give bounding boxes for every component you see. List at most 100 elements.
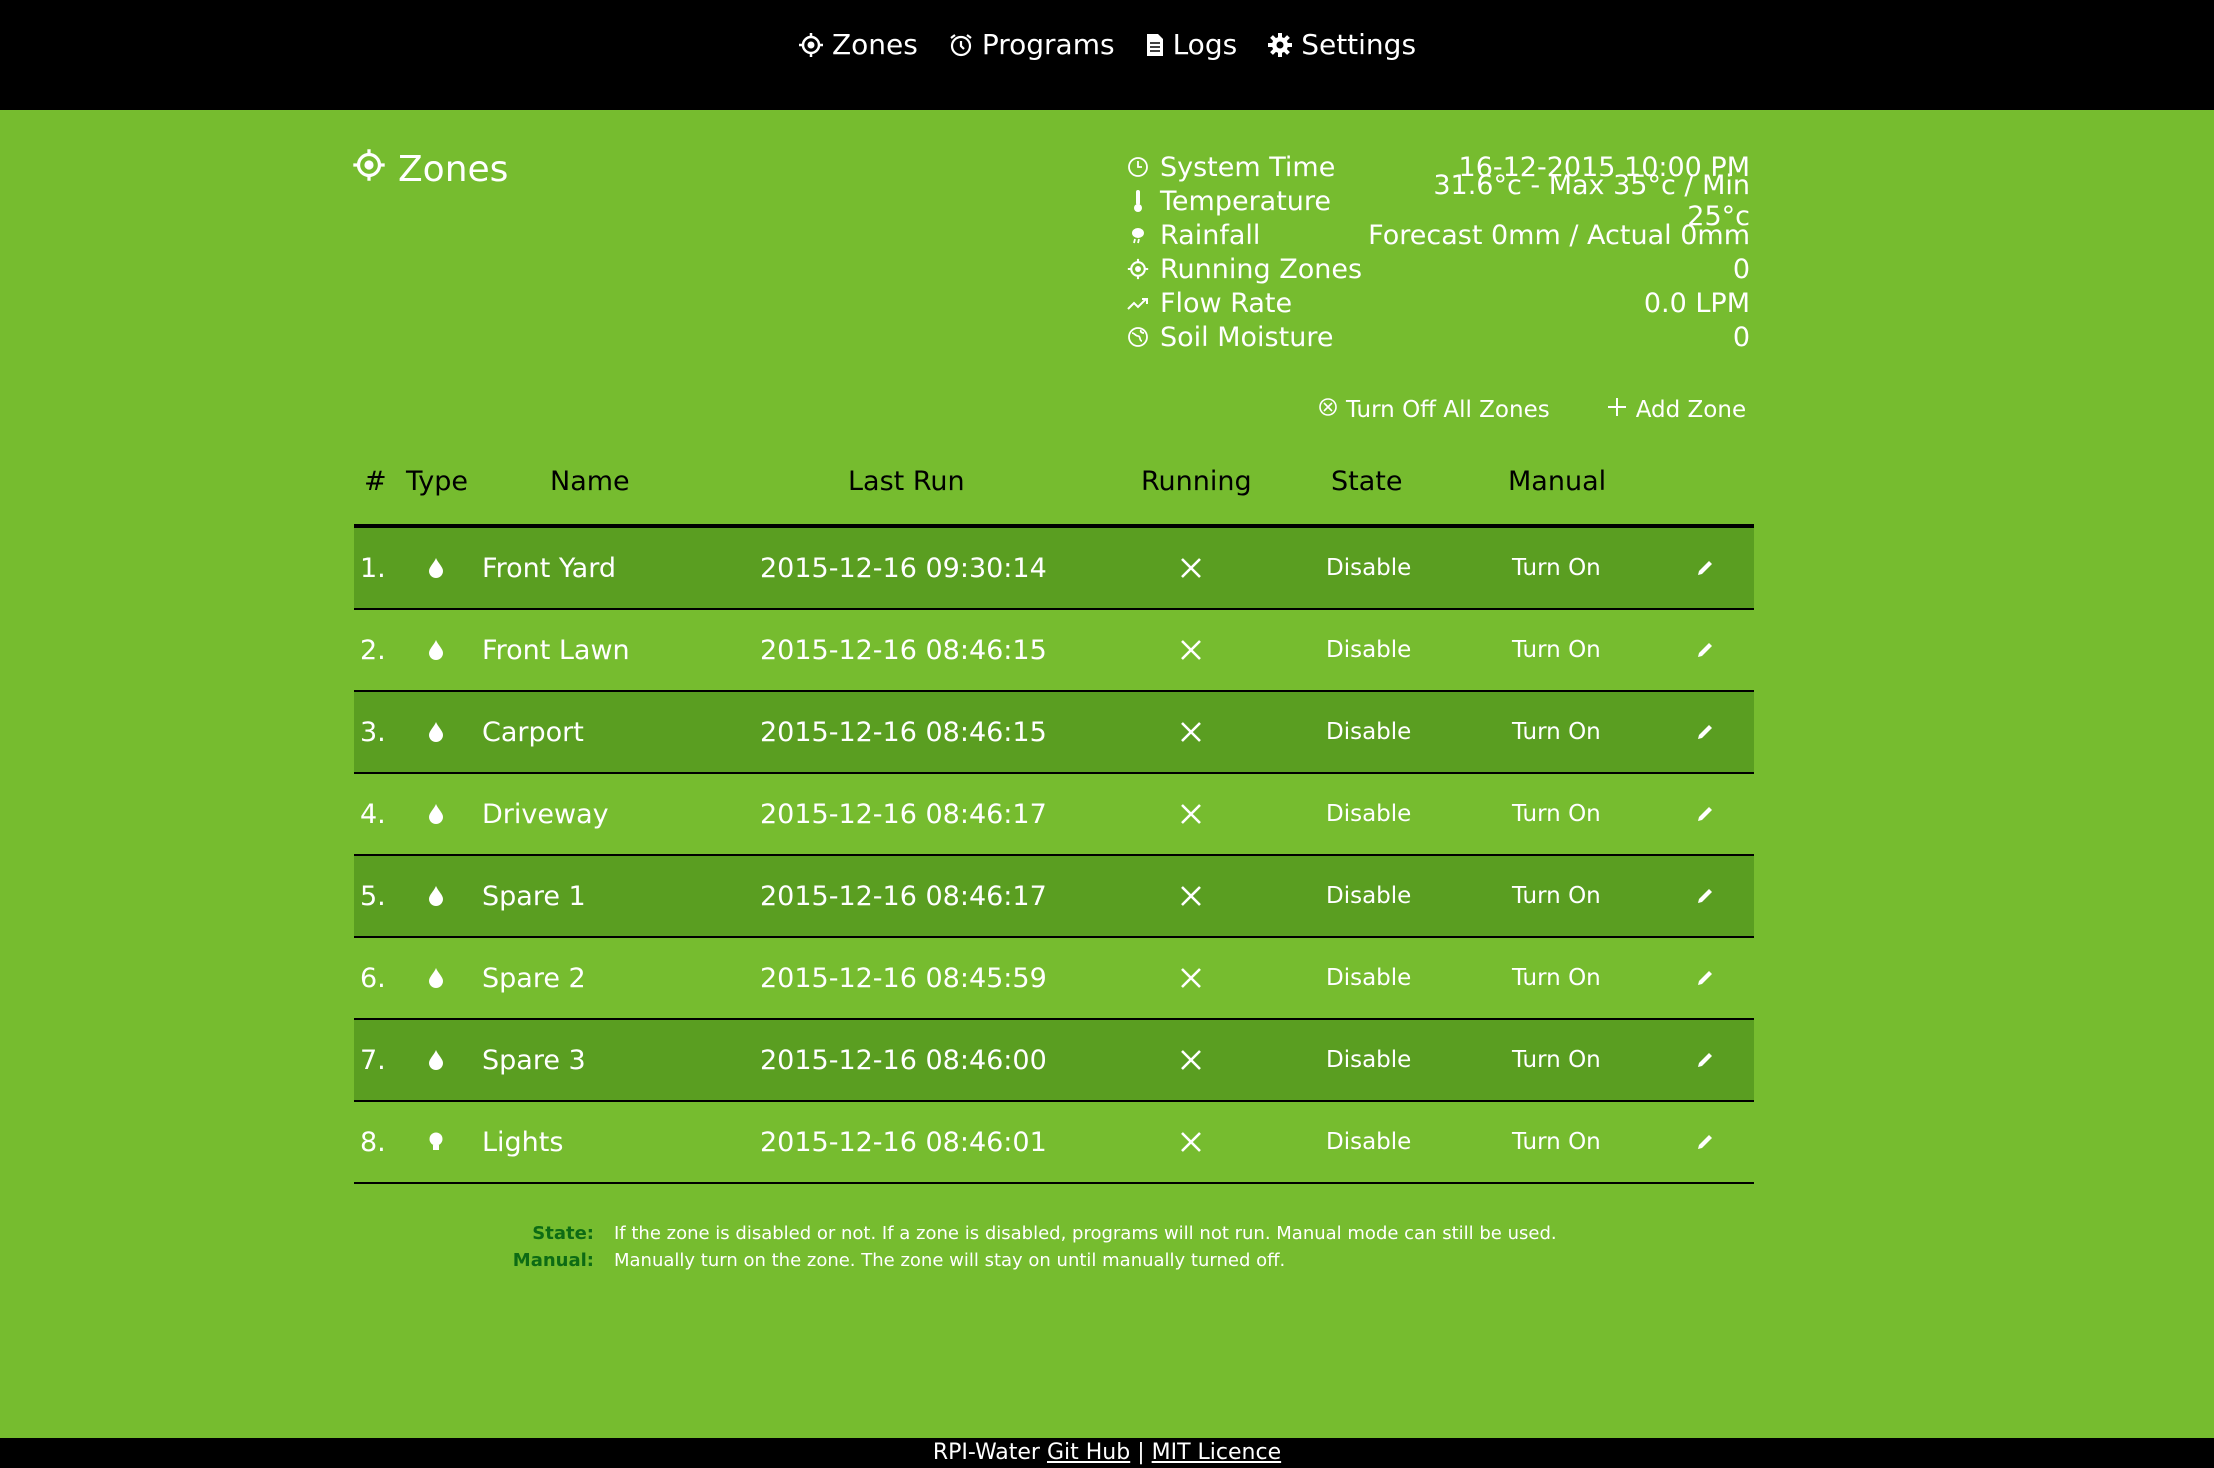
main-nav: Zones Programs Logs Settings xyxy=(0,28,2214,61)
column-header-type: Type xyxy=(406,466,469,497)
zone-last-run: 2015-12-16 08:46:17 xyxy=(760,798,1047,830)
zone-number: 7. xyxy=(360,1044,386,1076)
water-drop-icon xyxy=(426,774,446,854)
not-running-icon xyxy=(1176,610,1206,690)
zone-name: Front Yard xyxy=(482,552,616,584)
table-row: 2. Front Lawn 2015-12-16 08:46:15 Disabl… xyxy=(354,610,1754,692)
zone-number: 3. xyxy=(360,716,386,748)
nav-item-logs[interactable]: Logs xyxy=(1145,28,1238,61)
zone-last-run: 2015-12-16 08:45:59 xyxy=(760,962,1047,994)
column-legend: State: If the zone is disabled or not. I… xyxy=(480,1220,1557,1274)
status-label: Running Zones xyxy=(1160,253,1363,285)
pencil-icon[interactable] xyxy=(1690,774,1720,854)
table-row: 4. Driveway 2015-12-16 08:46:17 Disable … xyxy=(354,774,1754,856)
footer-app-name: RPI-Water xyxy=(932,1440,1040,1465)
disable-zone-button[interactable]: Disable xyxy=(1326,692,1411,772)
turn-on-zone-button[interactable]: Turn On xyxy=(1512,1020,1601,1100)
pencil-icon[interactable] xyxy=(1690,692,1720,772)
turn-off-all-label: Turn Off All Zones xyxy=(1346,397,1550,423)
zone-actions: Turn Off All Zones Add Zone xyxy=(1318,396,1746,424)
zone-last-run: 2015-12-16 08:46:01 xyxy=(760,1126,1047,1158)
disable-zone-button[interactable]: Disable xyxy=(1326,528,1411,608)
nav-item-label: Programs xyxy=(981,28,1115,61)
trend-up-icon xyxy=(1126,295,1150,311)
disable-zone-button[interactable]: Disable xyxy=(1326,774,1411,854)
status-label: Soil Moisture xyxy=(1160,321,1334,353)
nav-item-label: Settings xyxy=(1301,28,1417,61)
not-running-icon xyxy=(1176,938,1206,1018)
nav-item-label: Logs xyxy=(1172,28,1238,61)
status-value: 0 xyxy=(1732,253,1750,285)
turn-on-zone-button[interactable]: Turn On xyxy=(1512,528,1601,608)
turn-on-zone-button[interactable]: Turn On xyxy=(1512,610,1601,690)
turn-on-zone-button[interactable]: Turn On xyxy=(1512,856,1601,936)
status-label: Flow Rate xyxy=(1160,287,1293,319)
plus-icon xyxy=(1606,396,1628,424)
zone-last-run: 2015-12-16 08:46:15 xyxy=(760,634,1047,666)
page-title-text: Zones xyxy=(398,149,509,190)
turn-on-zone-button[interactable]: Turn On xyxy=(1512,1102,1601,1182)
zones-table-header: # Type Name Last Run Running State Manua… xyxy=(354,466,1754,522)
pencil-icon[interactable] xyxy=(1690,610,1720,690)
nav-item-programs[interactable]: Programs xyxy=(948,28,1115,61)
water-drop-icon xyxy=(426,692,446,772)
zone-name: Spare 3 xyxy=(482,1044,586,1076)
footer: RPI-Water Git Hub | MIT Licence xyxy=(0,1438,2214,1468)
column-header-manual: Manual xyxy=(1508,466,1607,497)
licence-link[interactable]: MIT Licence xyxy=(1152,1440,1281,1465)
github-link[interactable]: Git Hub xyxy=(1047,1440,1130,1465)
nav-item-settings[interactable]: Settings xyxy=(1267,28,1416,61)
zone-name: Driveway xyxy=(482,798,609,830)
water-drop-icon xyxy=(426,856,446,936)
status-temperature: Temperature 31.6°c - Max 35°c / Min 25°c xyxy=(1126,170,1750,232)
zone-number: 8. xyxy=(360,1126,386,1158)
column-header-number: # xyxy=(364,466,387,497)
pencil-icon[interactable] xyxy=(1690,938,1720,1018)
disable-zone-button[interactable]: Disable xyxy=(1326,938,1411,1018)
legend-description: If the zone is disabled or not. If a zon… xyxy=(614,1223,1557,1244)
zone-number: 1. xyxy=(360,552,386,584)
pencil-icon[interactable] xyxy=(1690,1020,1720,1100)
turn-on-zone-button[interactable]: Turn On xyxy=(1512,774,1601,854)
zone-name: Spare 1 xyxy=(482,880,586,912)
zone-name: Carport xyxy=(482,716,584,748)
top-nav-bar: Zones Programs Logs Settings xyxy=(0,0,2214,110)
status-flow-rate: Flow Rate 0.0 LPM xyxy=(1126,286,1750,320)
table-row: 5. Spare 1 2015-12-16 08:46:17 Disable T… xyxy=(354,856,1754,938)
add-zone-button[interactable]: Add Zone xyxy=(1606,396,1746,424)
not-running-icon xyxy=(1176,528,1206,608)
target-icon xyxy=(798,32,824,58)
zone-name: Spare 2 xyxy=(482,962,586,994)
page-title: Zones xyxy=(352,148,508,191)
turn-off-all-zones-button[interactable]: Turn Off All Zones xyxy=(1318,396,1550,424)
zones-table: 1. Front Yard 2015-12-16 09:30:14 Disabl… xyxy=(354,524,1754,1184)
zone-number: 2. xyxy=(360,634,386,666)
add-zone-label: Add Zone xyxy=(1635,397,1747,423)
column-header-state: State xyxy=(1331,466,1403,497)
pencil-icon[interactable] xyxy=(1690,528,1720,608)
table-row: 1. Front Yard 2015-12-16 09:30:14 Disabl… xyxy=(354,528,1754,610)
power-off-icon xyxy=(1318,397,1338,423)
turn-on-zone-button[interactable]: Turn On xyxy=(1512,692,1601,772)
zone-name: Lights xyxy=(482,1126,564,1158)
not-running-icon xyxy=(1176,692,1206,772)
status-soil-moisture: Soil Moisture 0 xyxy=(1126,320,1750,354)
zone-last-run: 2015-12-16 08:46:17 xyxy=(760,880,1047,912)
nav-item-zones[interactable]: Zones xyxy=(798,28,918,61)
disable-zone-button[interactable]: Disable xyxy=(1326,610,1411,690)
table-row: 7. Spare 3 2015-12-16 08:46:00 Disable T… xyxy=(354,1020,1754,1102)
pencil-icon[interactable] xyxy=(1690,1102,1720,1182)
table-row: 3. Carport 2015-12-16 08:46:15 Disable T… xyxy=(354,692,1754,774)
table-row: 8. Lights 2015-12-16 08:46:01 Disable Tu… xyxy=(354,1102,1754,1184)
disable-zone-button[interactable]: Disable xyxy=(1326,1020,1411,1100)
table-row: 6. Spare 2 2015-12-16 08:45:59 Disable T… xyxy=(354,938,1754,1020)
zone-number: 6. xyxy=(360,962,386,994)
turn-on-zone-button[interactable]: Turn On xyxy=(1512,938,1601,1018)
disable-zone-button[interactable]: Disable xyxy=(1326,856,1411,936)
gear-icon xyxy=(1267,32,1293,58)
alarm-clock-icon xyxy=(948,32,974,58)
disable-zone-button[interactable]: Disable xyxy=(1326,1102,1411,1182)
status-label: Temperature xyxy=(1160,185,1332,217)
target-icon xyxy=(1126,258,1150,280)
pencil-icon[interactable] xyxy=(1690,856,1720,936)
